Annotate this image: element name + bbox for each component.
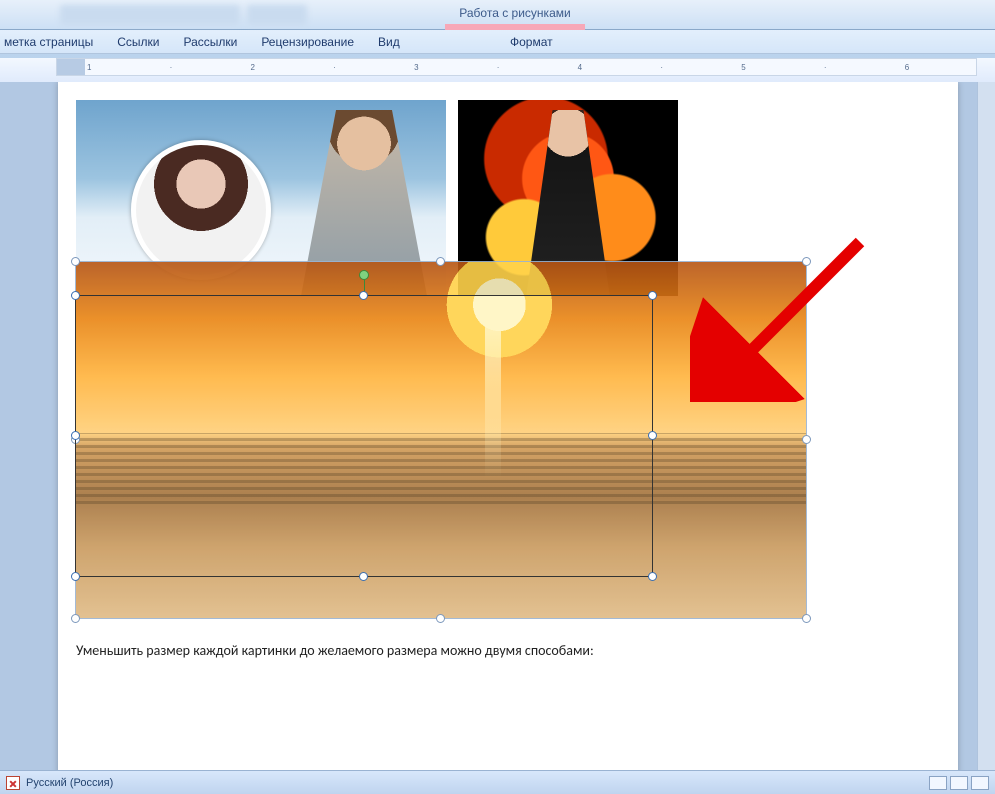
view-print-layout-button[interactable] (929, 776, 947, 790)
selection-handle-bottom-left[interactable] (71, 614, 80, 623)
crop-handle-bottom-center[interactable] (359, 572, 368, 581)
selection-handle-top-center[interactable] (436, 257, 445, 266)
crop-handle-top-left[interactable] (71, 291, 80, 300)
horizontal-ruler[interactable]: 1 · 2 · 3 · 4 · 5 · 6 · 7 · 8 · 9 · 10 ·… (56, 58, 977, 76)
ruler-ticks: 1 · 2 · 3 · 4 · 5 · 6 · 7 · 8 · 9 · 10 ·… (87, 63, 976, 72)
crop-handle-top-right[interactable] (648, 291, 657, 300)
tab-mailings[interactable]: Рассылки (183, 35, 237, 49)
tab-format[interactable]: Формат (510, 35, 553, 49)
crop-frame[interactable] (76, 296, 652, 576)
tab-references[interactable]: Ссылки (117, 35, 159, 49)
tab-view[interactable]: Вид (378, 35, 400, 49)
selection-handle-bottom-center[interactable] (436, 614, 445, 623)
body-paragraph[interactable]: Уменьшить размер каждой картинки до жела… (76, 642, 940, 659)
view-web-button[interactable] (971, 776, 989, 790)
crop-handle-right-center[interactable] (648, 431, 657, 440)
vertical-scrollbar[interactable] (977, 82, 995, 770)
tab-page-layout[interactable]: метка страницы (4, 35, 93, 49)
ribbon-tabs: метка страницы Ссылки Рассылки Рецензиро… (0, 30, 995, 54)
rotation-handle[interactable] (359, 270, 369, 280)
crop-handle-left-center[interactable] (71, 431, 80, 440)
quick-access-toolbar-extra[interactable] (247, 5, 307, 25)
tab-review[interactable]: Рецензирование (261, 35, 354, 49)
crop-handle-bottom-right[interactable] (648, 572, 657, 581)
title-bar: Работа с рисунками (0, 0, 995, 30)
quick-access-toolbar[interactable] (60, 5, 240, 25)
selection-handle-bottom-right[interactable] (802, 614, 811, 623)
selection-handle-top-right[interactable] (802, 257, 811, 266)
language-indicator[interactable]: Русский (Россия) (26, 777, 113, 789)
picture-tools-contextual-stripe (445, 24, 585, 30)
picture-tools-contextual-label: Работа с рисунками (445, 6, 585, 20)
view-reading-button[interactable] (950, 776, 968, 790)
spellcheck-error-icon[interactable] (6, 776, 20, 790)
crop-handle-bottom-left[interactable] (71, 572, 80, 581)
document-viewport[interactable]: Уменьшить размер каждой картинки до жела… (0, 82, 995, 770)
status-bar: Русский (Россия) (0, 770, 995, 794)
document-page[interactable]: Уменьшить размер каждой картинки до жела… (58, 82, 958, 770)
ribbon-body: 1 · 2 · 3 · 4 · 5 · 6 · 7 · 8 · 9 · 10 ·… (0, 58, 995, 84)
crop-handle-top-center[interactable] (359, 291, 368, 300)
selection-handle-top-left[interactable] (71, 257, 80, 266)
selection-handle-right-center[interactable] (802, 435, 811, 444)
